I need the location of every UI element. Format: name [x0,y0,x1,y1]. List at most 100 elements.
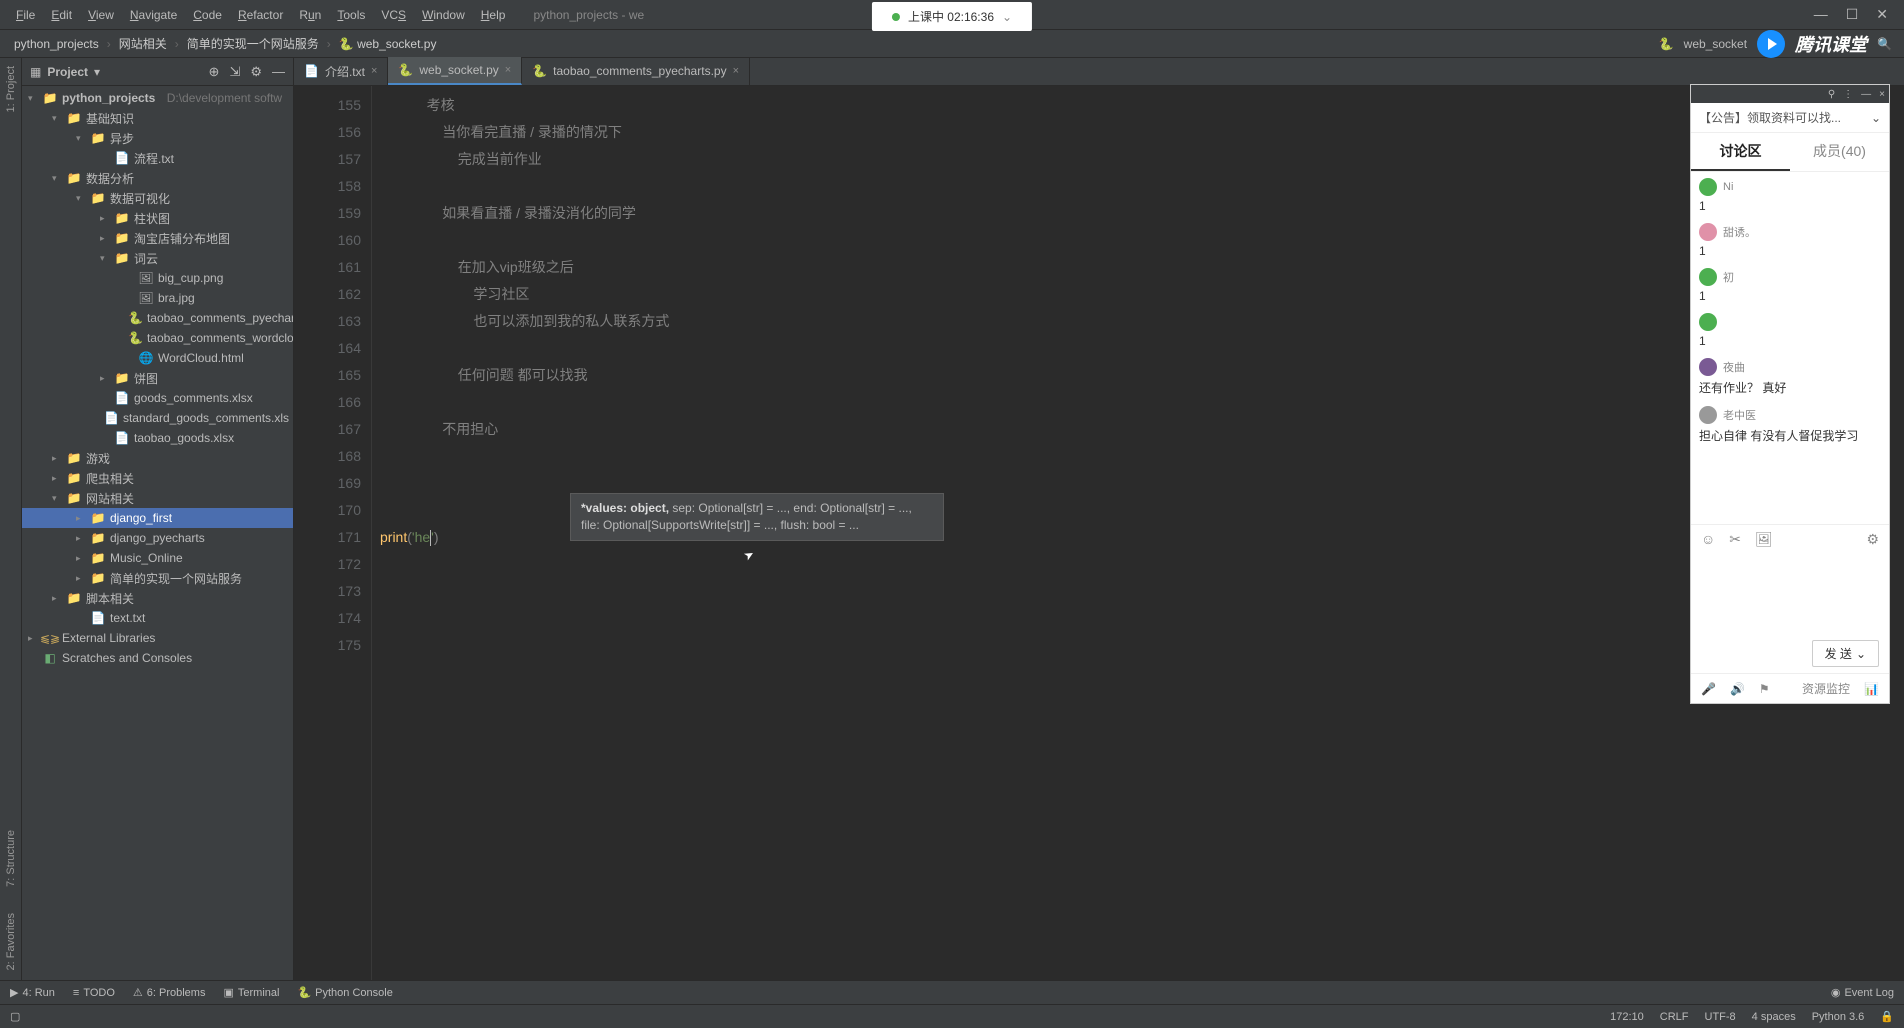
tree-file[interactable]: 📄standard_goods_comments.xls [22,408,293,428]
menu-vcs[interactable]: VCS [373,4,414,26]
chevron-down-icon[interactable]: ⌄ [1871,111,1881,125]
chevron-down-icon[interactable]: ⌄ [1856,647,1866,661]
tool-problems[interactable]: ⚠ 6: Problems [133,986,206,999]
breadcrumb-1[interactable]: 网站相关 [115,33,171,54]
scissors-icon[interactable]: ✂ [1729,531,1741,548]
tree-folder[interactable]: ▸📁简单的实现一个网站服务 [22,568,293,588]
tree-folder[interactable]: ▸📁游戏 [22,448,293,468]
breadcrumb-2[interactable]: 简单的实现一个网站服务 [183,33,323,54]
chat-input[interactable] [1691,554,1889,634]
tree-folder[interactable]: ▸📁Music_Online [22,548,293,568]
menu-window[interactable]: Window [414,4,473,26]
tool-event-log[interactable]: ◉ Event Log [1831,986,1894,999]
tree-folder[interactable]: ▾📁基础知识 [22,108,293,128]
editor-body[interactable]: 1551561571581591601611621631641651661671… [294,86,1904,980]
tree-file[interactable]: 🌐WordCloud.html [22,348,293,368]
close-icon[interactable]: × [505,64,511,76]
tree-file[interactable]: 🐍taobao_comments_pyechar [22,308,293,328]
chevron-down-icon[interactable]: ▾ [94,65,100,79]
tree-file[interactable]: 🐍taobao_comments_wordclo [22,328,293,348]
tool-todo[interactable]: ≡ TODO [73,987,115,999]
tool-python-console[interactable]: 🐍 Python Console [297,986,392,999]
tree-file[interactable]: 📄goods_comments.xlsx [22,388,293,408]
play-logo-icon[interactable] [1757,30,1785,58]
emoji-icon[interactable]: ☺ [1701,531,1715,548]
menu-tools[interactable]: Tools [329,4,373,26]
close-icon[interactable]: × [733,65,739,77]
breadcrumb-file[interactable]: 🐍 web_socket.py [335,35,441,53]
menu-file[interactable]: File [8,4,43,26]
minimize-icon[interactable]: — [1861,89,1871,100]
tree-folder[interactable]: ▸📁爬虫相关 [22,468,293,488]
chevron-down-icon[interactable]: ⌄ [1002,10,1012,24]
tree-folder[interactable]: ▸📁脚本相关 [22,588,293,608]
flag-icon[interactable]: ⚑ [1759,682,1770,696]
tree-folder[interactable]: ▸📁柱状图 [22,208,293,228]
close-icon[interactable]: ✕ [1876,6,1888,23]
send-button[interactable]: 发 送⌄ [1812,640,1879,667]
tab-members[interactable]: 成员(40) [1790,133,1889,171]
gutter-structure[interactable]: 7: Structure [5,826,17,891]
hide-icon[interactable]: — [272,64,285,80]
menu-view[interactable]: View [80,4,122,26]
monitor-icon[interactable]: 📊 [1864,682,1879,696]
tree-file[interactable]: 📄流程.txt [22,148,293,168]
tree-file[interactable]: 🖼bra.jpg [22,288,293,308]
tree-folder[interactable]: ▾📁数据分析 [22,168,293,188]
tree-folder[interactable]: ▾📁网站相关 [22,488,293,508]
project-tree[interactable]: ▾📁python_projects D:\development softw ▾… [22,86,293,980]
image-icon[interactable]: 🖼 [1755,531,1773,548]
chat-messages[interactable]: Ni1甜诱。1初11夜曲还有作业？ 真好老中医担心自律 有没有人督促我学习 [1691,172,1889,524]
tree-folder-selected[interactable]: ▸📁django_first [22,508,293,528]
close-icon[interactable]: × [1879,89,1885,100]
tree-scratches[interactable]: ◧Scratches and Consoles [22,648,293,668]
status-cursor-pos[interactable]: 172:10 [1610,1011,1644,1023]
tree-folder[interactable]: ▾📁数据可视化 [22,188,293,208]
tab-intro[interactable]: 📄介绍.txt× [294,57,388,85]
tab-taobao[interactable]: 🐍taobao_comments_pyecharts.py× [522,57,750,85]
maximize-icon[interactable]: ☐ [1846,6,1859,23]
menu-run[interactable]: Run [291,4,329,26]
tree-file[interactable]: 🖼big_cup.png [22,268,293,288]
tree-folder[interactable]: ▸📁django_pyecharts [22,528,293,548]
gutter-favorites[interactable]: 2: Favorites [5,909,17,974]
tree-folder[interactable]: ▾📁词云 [22,248,293,268]
menu-navigate[interactable]: Navigate [122,4,185,26]
tree-root[interactable]: ▾📁python_projects D:\development softw [22,88,293,108]
search-icon[interactable]: 🔍 [1877,37,1892,51]
tree-folder[interactable]: ▸📁淘宝店铺分布地图 [22,228,293,248]
gear-icon[interactable]: ⚙ [250,64,262,80]
status-encoding[interactable]: UTF-8 [1705,1011,1736,1023]
pin-icon[interactable]: ⚲ [1828,89,1835,100]
lock-icon[interactable]: 🔒 [1880,1010,1894,1023]
tool-terminal[interactable]: ▣ Terminal [223,986,279,999]
menu-icon[interactable]: ⋮ [1843,89,1853,100]
chat-announcement[interactable]: 【公告】领取资料可以找... ⌄ [1691,103,1889,133]
menu-refactor[interactable]: Refactor [230,4,291,26]
tree-file[interactable]: 📄taobao_goods.xlsx [22,428,293,448]
tree-folder[interactable]: ▸📁饼图 [22,368,293,388]
tree-folder[interactable]: ▾📁异步 [22,128,293,148]
gear-icon[interactable]: ⚙ [1866,531,1879,548]
menu-help[interactable]: Help [473,4,514,26]
menu-edit[interactable]: Edit [43,4,80,26]
status-interpreter[interactable]: Python 3.6 [1812,1011,1865,1023]
gutter-project[interactable]: 1: Project [5,62,17,116]
menu-code[interactable]: Code [185,4,230,26]
mic-icon[interactable]: 🎤 [1701,682,1716,696]
resource-monitor-label[interactable]: 资源监控 [1802,680,1850,697]
right-tab-label[interactable]: web_socket [1684,37,1747,51]
close-icon[interactable]: × [371,65,377,77]
collapse-icon[interactable]: ⇲ [229,64,240,80]
tree-external-libs[interactable]: ▸⫹⫺External Libraries [22,628,293,648]
status-indent[interactable]: 4 spaces [1752,1011,1796,1023]
tree-file[interactable]: 📄text.txt [22,608,293,628]
tab-discuss[interactable]: 讨论区 [1691,133,1790,171]
speaker-icon[interactable]: 🔊 [1730,682,1745,696]
status-line-sep[interactable]: CRLF [1660,1011,1689,1023]
status-left-icon[interactable]: ▢ [10,1010,20,1023]
locate-icon[interactable]: ⊕ [209,64,220,80]
tool-run[interactable]: ▶ 4: Run [10,986,55,999]
minimize-icon[interactable]: — [1814,6,1828,23]
breadcrumb-root[interactable]: python_projects [10,35,103,53]
